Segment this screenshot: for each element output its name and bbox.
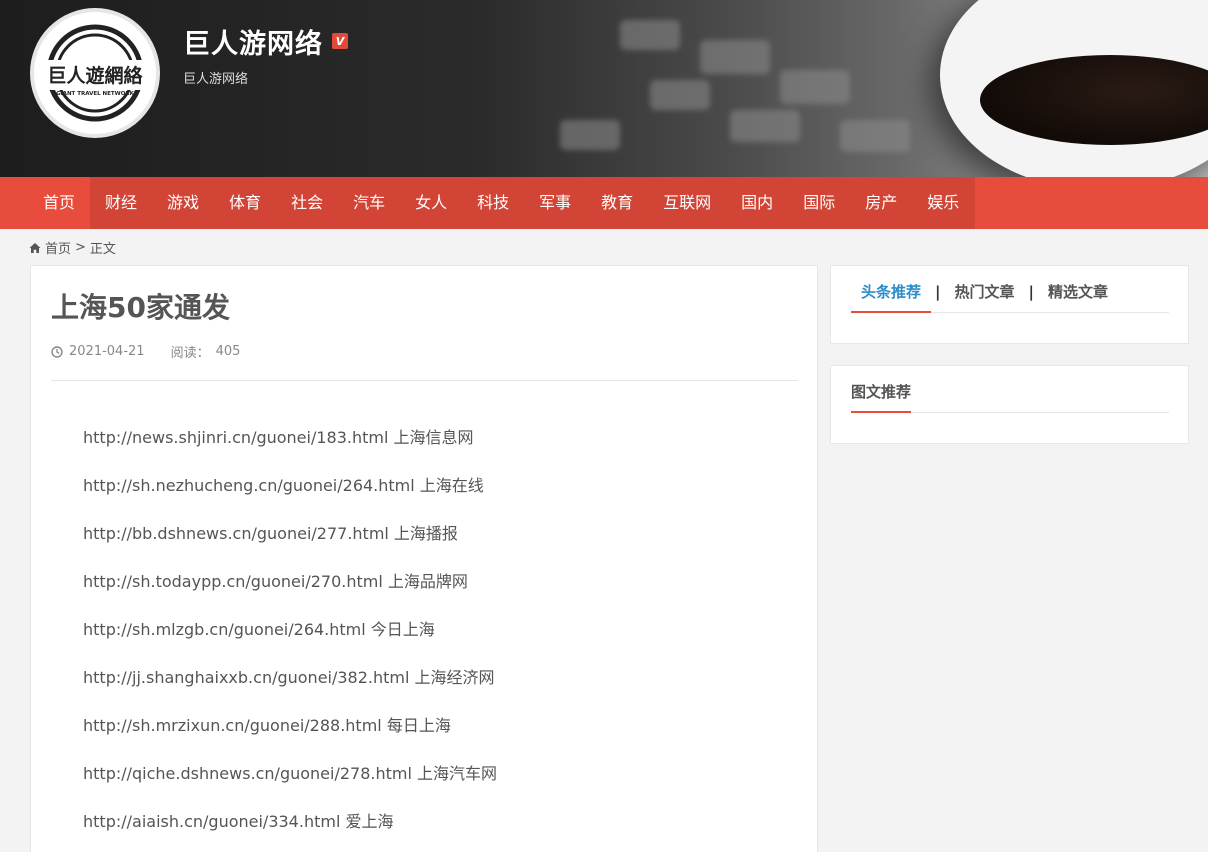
sidebar-picture-widget: 图文推荐 — [830, 365, 1189, 444]
nav-item[interactable]: 汽车 — [338, 177, 400, 229]
article-line: http://aiaish.cn/guonei/334.html 爱上海 — [83, 812, 394, 831]
site-logo[interactable]: 巨人遊網絡 GIANT TRAVEL NETWORK — [30, 8, 160, 138]
article-line: http://qiche.dshnews.cn/guonei/278.html … — [83, 764, 498, 783]
site-title[interactable]: 巨人游网络 — [183, 22, 323, 61]
article-line: http://sh.mlzgb.cn/guonei/264.html 今日上海 — [83, 620, 435, 639]
banner-decoration — [650, 80, 710, 110]
nav-item[interactable]: 教育 — [586, 177, 648, 229]
breadcrumb-separator: > — [75, 240, 86, 255]
widget-header: 图文推荐 — [851, 382, 1169, 413]
banner-decoration — [730, 110, 800, 142]
header-banner: 巨人遊網絡 GIANT TRAVEL NETWORK 巨人游网络 V 巨人游网络 — [0, 0, 1208, 177]
banner-decoration — [780, 70, 850, 104]
nav-item[interactable]: 军事 — [524, 177, 586, 229]
views-label: 阅读： — [170, 346, 210, 361]
article-panel: 上海50家通发 2021-04-21 阅读： 405 http://news.s… — [30, 265, 818, 852]
article-title: 上海50家通发 — [51, 291, 230, 324]
article-line: http://sh.todaypp.cn/guonei/270.html 上海品… — [83, 572, 468, 591]
svg-text:巨人遊網絡: 巨人遊網絡 — [47, 64, 143, 87]
breadcrumb: 首页 > 正文 — [29, 238, 116, 257]
article-meta: 2021-04-21 阅读： 405 — [51, 342, 240, 361]
tab-separator: | — [935, 283, 941, 301]
article-body: http://news.shjinri.cn/guonei/183.html 上… — [83, 426, 497, 852]
svg-text:GIANT TRAVEL NETWORK: GIANT TRAVEL NETWORK — [56, 91, 134, 97]
clock-icon — [51, 345, 63, 358]
home-icon — [29, 242, 41, 253]
nav-item[interactable]: 社会 — [276, 177, 338, 229]
article-line: http://news.shjinri.cn/guonei/183.html 上… — [83, 428, 474, 447]
nav-item[interactable]: 财经 — [90, 177, 152, 229]
nav-item[interactable]: 国际 — [788, 177, 850, 229]
sidebar-tabs: 头条推荐 | 热门文章 | 精选文章 — [851, 282, 1169, 313]
article-date: 2021-04-21 — [69, 344, 145, 359]
banner-decoration — [560, 120, 620, 150]
breadcrumb-current: 正文 — [89, 242, 116, 257]
widget-title: 图文推荐 — [851, 382, 912, 413]
tab-popular[interactable]: 热门文章 — [945, 282, 1025, 313]
nav-menu: 首页 财经 游戏 体育 社会 汽车 女人 科技 军事 教育 互联网 国内 国际 房产 娱乐 — [28, 177, 975, 229]
nav-item[interactable]: 科技 — [462, 177, 524, 229]
nav-item[interactable]: 女人 — [400, 177, 462, 229]
verified-badge: V — [332, 33, 348, 49]
breadcrumb-home[interactable]: 首页 — [45, 238, 71, 257]
main-nav: 首页 财经 游戏 体育 社会 汽车 女人 科技 军事 教育 互联网 国内 国际 房产 娱乐 — [0, 177, 1208, 229]
tab-separator: | — [1028, 283, 1034, 301]
nav-item[interactable]: 游戏 — [152, 177, 214, 229]
logo-icon: 巨人遊網絡 GIANT TRAVEL NETWORK — [38, 24, 152, 122]
banner-decoration — [840, 120, 910, 152]
sidebar-tabs-widget: 头条推荐 | 热门文章 | 精选文章 — [830, 265, 1189, 344]
nav-item[interactable]: 娱乐 — [912, 177, 974, 229]
article-divider — [51, 380, 798, 381]
article-line: http://sh.mrzixun.cn/guonei/288.html 每日上… — [83, 716, 451, 735]
nav-item[interactable]: 体育 — [214, 177, 276, 229]
nav-item[interactable]: 房产 — [850, 177, 912, 229]
views-count: 405 — [215, 344, 241, 359]
site-subtitle: 巨人游网络 — [183, 72, 249, 87]
article-line: http://sh.nezhucheng.cn/guonei/264.html … — [83, 476, 484, 495]
banner-decoration — [700, 40, 770, 74]
banner-decoration — [620, 20, 680, 50]
article-line: http://bb.dshnews.cn/guonei/277.html 上海播… — [83, 524, 458, 543]
article-line: http://jj.shanghaixxb.cn/guonei/382.html… — [83, 668, 495, 687]
nav-item[interactable]: 国内 — [726, 177, 788, 229]
nav-item[interactable]: 互联网 — [648, 177, 726, 229]
tab-featured[interactable]: 精选文章 — [1038, 282, 1118, 313]
tab-headline[interactable]: 头条推荐 — [851, 282, 932, 313]
nav-item[interactable]: 首页 — [28, 177, 91, 229]
